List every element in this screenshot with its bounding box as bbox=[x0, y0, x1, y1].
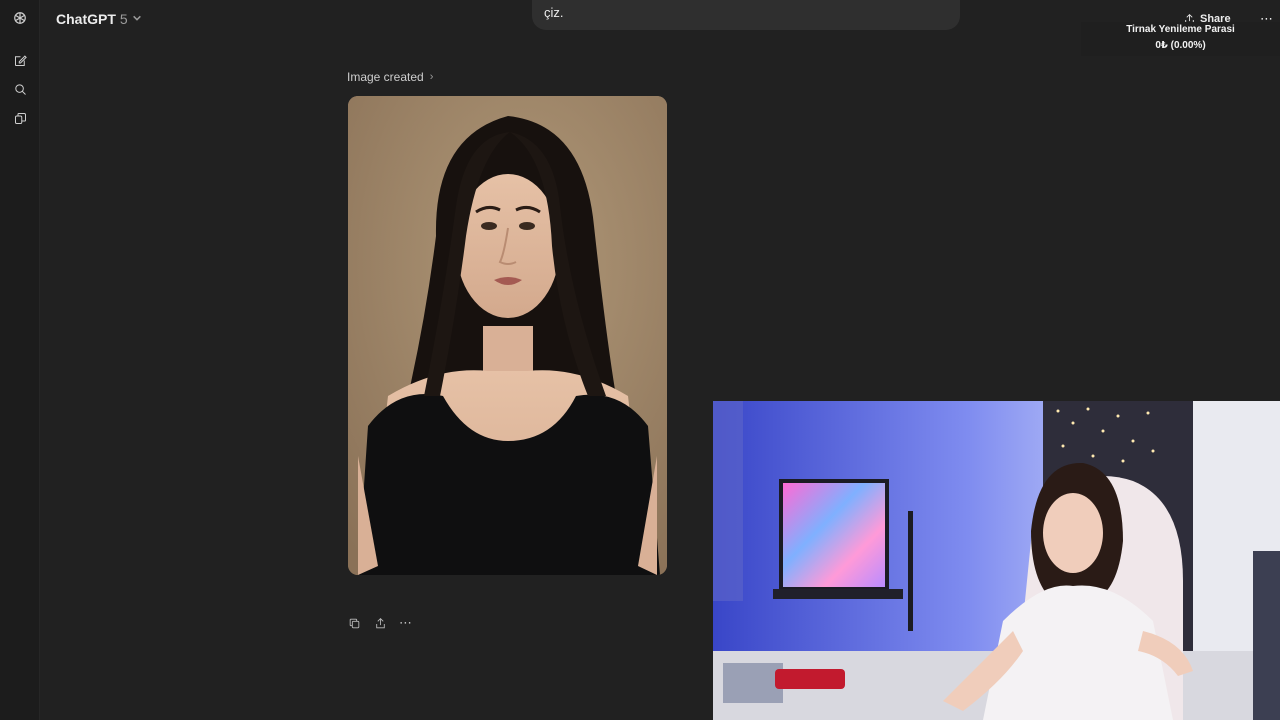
library-icon[interactable] bbox=[8, 106, 32, 130]
model-name: ChatGPT bbox=[56, 11, 116, 27]
webcam-overlay bbox=[713, 401, 1280, 720]
search-icon[interactable] bbox=[8, 77, 32, 101]
message-actions: ⋯ bbox=[346, 614, 414, 632]
webcam-scene bbox=[713, 401, 1280, 720]
model-version: 5 bbox=[119, 11, 128, 27]
user-message-text: çiz. bbox=[544, 5, 564, 20]
donation-goal-overlay: Tirnak Yenileme Parasi 0₺ (0.00%) bbox=[1081, 22, 1280, 56]
image-created-link[interactable]: Image created › bbox=[347, 69, 433, 85]
donation-goal-title: Tirnak Yenileme Parasi bbox=[1126, 24, 1235, 35]
chatgpt-window: ChatGPT 5 çiz. Share ⋯ Tirnak Yenileme P… bbox=[0, 0, 1280, 720]
donation-goal-value: 0₺ (0.00%) bbox=[1155, 40, 1206, 51]
chevron-down-icon bbox=[132, 10, 142, 28]
more-icon[interactable]: ⋯ bbox=[398, 615, 414, 631]
model-switcher[interactable]: ChatGPT 5 bbox=[50, 8, 148, 30]
image-created-label: Image created bbox=[347, 70, 424, 84]
openai-logo-icon[interactable] bbox=[8, 6, 32, 30]
user-message-bubble: çiz. bbox=[532, 0, 960, 30]
portrait-illustration bbox=[348, 96, 667, 575]
chevron-right-icon: › bbox=[429, 71, 434, 83]
share-icon[interactable] bbox=[372, 615, 388, 631]
new-chat-icon[interactable] bbox=[8, 48, 32, 72]
generated-image[interactable] bbox=[348, 96, 667, 575]
left-sidebar-rail bbox=[0, 0, 40, 720]
copy-icon[interactable] bbox=[346, 615, 362, 631]
